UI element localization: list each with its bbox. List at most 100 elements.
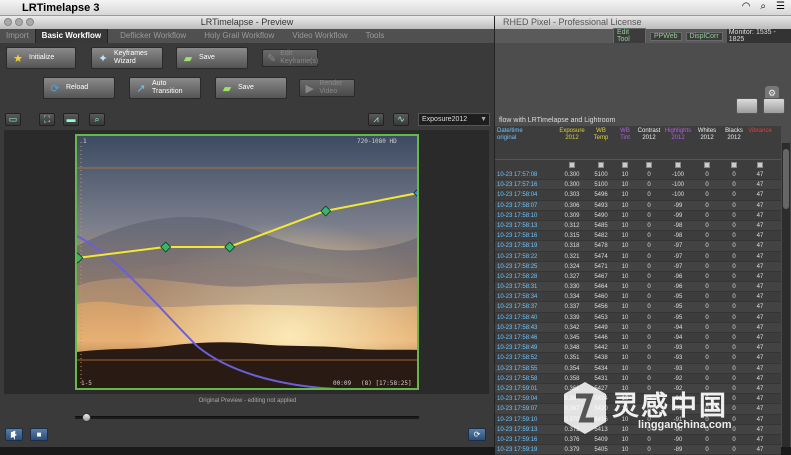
chip-1[interactable]: PPWeb bbox=[649, 31, 682, 41]
table-cell: 47 bbox=[756, 192, 764, 199]
column-checkbox-cell bbox=[747, 162, 773, 168]
column-header[interactable]: WB Temp bbox=[587, 128, 615, 159]
table-row[interactable]: 10-23 17:58:10 0.309 5490 10 0 -99 0 0 47 bbox=[495, 211, 781, 221]
wifi-icon[interactable]: ◠ bbox=[742, 1, 751, 12]
timeline-slider-handle[interactable] bbox=[82, 413, 91, 422]
curve-icon[interactable]: ∿ bbox=[393, 113, 409, 126]
edit-icon: ✎ bbox=[267, 52, 277, 65]
save-button-2[interactable]: ▰ Save bbox=[215, 77, 287, 99]
table-row[interactable]: 10-23 17:58:13 0.312 5485 10 0 -98 0 0 47 bbox=[495, 220, 781, 232]
tab-basic-workflow[interactable]: Basic Workflow bbox=[34, 29, 109, 43]
table-cell: -100 bbox=[671, 192, 684, 199]
reload-button[interactable]: ⟳ Reload bbox=[43, 77, 115, 99]
table-row[interactable]: 10-23 17:58:25 0.324 5471 10 0 -97 0 0 47 bbox=[495, 261, 781, 272]
table-row[interactable]: 10-23 17:58:34 0.334 5460 10 0 -95 0 0 47 bbox=[495, 292, 781, 303]
table-row[interactable]: 10-23 17:58:52 0.351 5438 10 0 -93 0 0 47 bbox=[495, 353, 781, 364]
edit-keyframes-button[interactable]: ✎ Edit Keyframe(s) bbox=[262, 49, 318, 67]
chip-0[interactable]: Edit Tool bbox=[613, 28, 646, 44]
table-row[interactable]: 10-23 17:58:04 0.303 5496 10 0 -100 0 0 47 bbox=[495, 190, 781, 201]
table-row[interactable]: 10-23 17:58:40 0.339 5453 10 0 -95 0 0 47 bbox=[495, 313, 781, 323]
column-header[interactable]: Date/time original bbox=[495, 128, 557, 159]
preview-image[interactable]: 1 720-1080 HD 1-5 00:09 (8) [17:58:25] bbox=[75, 134, 419, 390]
table-cell: 47 bbox=[756, 284, 764, 291]
column-checkbox[interactable] bbox=[704, 162, 710, 168]
table-row[interactable]: 10-23 17:58:28 0.327 5467 10 0 -96 0 0 47 bbox=[495, 272, 781, 283]
table-cell: 10 bbox=[621, 365, 629, 372]
table-row[interactable]: 10-23 17:58:49 0.348 5442 10 0 -93 0 0 47 bbox=[495, 343, 781, 354]
zoom-button[interactable] bbox=[26, 18, 34, 26]
column-header[interactable]: Vibrance bbox=[747, 128, 773, 159]
tab-import[interactable]: Import bbox=[0, 29, 35, 43]
keyframes-wizard-button[interactable]: ✦ Keyframes Wizard bbox=[91, 47, 163, 69]
table-cell: 5496 bbox=[594, 192, 608, 199]
column-checkbox[interactable] bbox=[598, 162, 604, 168]
table-row[interactable]: 10-23 17:58:46 0.345 5446 10 0 -94 0 0 47 bbox=[495, 333, 781, 344]
auto-transition-button[interactable]: ↗ Auto Transition bbox=[129, 77, 201, 99]
table-row[interactable]: 10-23 17:58:16 0.315 5482 10 0 -98 0 0 47 bbox=[495, 231, 781, 242]
column-checkbox[interactable] bbox=[757, 162, 763, 168]
table-row[interactable]: 10-23 17:58:43 0.342 5449 10 0 -94 0 0 47 bbox=[495, 322, 781, 333]
render-video-button[interactable]: ▶ Render Video bbox=[299, 79, 355, 97]
app-name[interactable]: LRTimelapse 3 bbox=[22, 2, 99, 14]
zoom-icon[interactable]: ⌕ bbox=[89, 113, 105, 126]
column-header[interactable]: Whites 2012 bbox=[693, 128, 721, 159]
table-row[interactable]: 10-23 17:58:22 0.321 5474 10 0 -97 0 0 47 bbox=[495, 252, 781, 262]
table-row[interactable]: 10-23 17:58:31 0.330 5464 10 0 -96 0 0 47 bbox=[495, 282, 781, 293]
table-cell: 10 bbox=[621, 233, 629, 240]
column-header[interactable]: Highlights 2012 bbox=[663, 128, 693, 159]
table-cell: -89 bbox=[673, 447, 683, 454]
table-row[interactable]: 10-23 17:57:16 0.300 5100 10 0 -100 0 0 47 bbox=[495, 180, 781, 191]
table-row[interactable]: 10-23 17:58:55 0.354 5434 10 0 -93 0 0 47 bbox=[495, 363, 781, 374]
column-header[interactable]: Contrast 2012 bbox=[635, 128, 663, 159]
table-cell: 0 bbox=[705, 253, 709, 260]
tab-video-workflow[interactable]: Video Workflow bbox=[286, 29, 353, 43]
refresh-icon[interactable]: ⟳ bbox=[468, 428, 486, 441]
minimize-button[interactable] bbox=[15, 18, 23, 26]
table-cell: 10 bbox=[621, 222, 629, 229]
table-cell: 5442 bbox=[594, 345, 608, 352]
column-header[interactable]: Exposure 2012 bbox=[557, 128, 587, 159]
table-cell: 0 bbox=[705, 222, 709, 229]
chip-2[interactable]: DisplCorr bbox=[685, 31, 723, 41]
timeline-slider[interactable] bbox=[75, 413, 419, 422]
view-toggle-icon[interactable]: ▭ bbox=[5, 113, 21, 126]
column-checkbox[interactable] bbox=[569, 162, 575, 168]
tab-holy-grail-workflow[interactable]: Holy Grail Workflow bbox=[198, 29, 280, 43]
monitor-info: Monitor: 1535 - 1825 bbox=[726, 29, 791, 43]
close-button[interactable] bbox=[4, 18, 12, 26]
menu-icon[interactable]: ☰ bbox=[776, 1, 785, 12]
column-checkbox[interactable] bbox=[731, 162, 737, 168]
table-cell: -95 bbox=[673, 314, 683, 321]
table-cell: -93 bbox=[673, 345, 683, 352]
chevron-down-icon: ▼ bbox=[480, 116, 487, 123]
save-icon-2: ▰ bbox=[222, 82, 232, 95]
column-header[interactable]: WB Tint bbox=[615, 128, 635, 159]
stop-button[interactable]: ■ bbox=[30, 428, 48, 441]
export-icon[interactable] bbox=[763, 98, 785, 114]
table-cell: 5446 bbox=[594, 335, 608, 341]
column-checkbox[interactable] bbox=[675, 162, 681, 168]
table-cell: 0 bbox=[732, 447, 736, 454]
table-row[interactable]: 10-23 17:58:07 0.306 5493 10 0 -99 0 0 47 bbox=[495, 200, 781, 211]
column-checkbox[interactable] bbox=[622, 162, 628, 168]
luminance-icon[interactable]: ⩘ bbox=[368, 113, 384, 126]
table-row[interactable]: 10-23 17:58:37 0.337 5456 10 0 -95 0 0 47 bbox=[495, 302, 781, 313]
tab-tools[interactable]: Tools bbox=[360, 29, 391, 43]
column-checkbox[interactable] bbox=[646, 162, 652, 168]
image-icon[interactable] bbox=[736, 98, 758, 114]
curve-select[interactable]: Exposure2012 ▼ bbox=[418, 113, 490, 126]
fill-view-icon[interactable]: ▬ bbox=[63, 113, 79, 126]
table-cell: 0 bbox=[647, 172, 651, 178]
table-cell: 10-23 17:58:28 bbox=[497, 273, 538, 280]
search-icon[interactable]: ⌕ bbox=[760, 1, 766, 12]
initialize-button[interactable]: ★ Initialize bbox=[6, 47, 76, 69]
tab-deflicker-workflow[interactable]: Deflicker Workflow bbox=[114, 29, 192, 43]
column-header[interactable]: Blacks 2012 bbox=[721, 128, 747, 159]
table-cell: 0.330 bbox=[564, 284, 580, 291]
table-row[interactable]: 10-23 17:58:19 0.318 5478 10 0 -97 0 0 47 bbox=[495, 241, 781, 252]
fit-view-icon[interactable]: ⛶ bbox=[39, 113, 55, 126]
scroll-thumb[interactable] bbox=[783, 149, 789, 209]
save-button[interactable]: ▰ Save bbox=[176, 47, 248, 69]
table-row[interactable]: 10-23 17:57:08 0.300 5100 10 0 -100 0 0 47 bbox=[495, 170, 781, 181]
table-cell: 0 bbox=[732, 233, 736, 240]
